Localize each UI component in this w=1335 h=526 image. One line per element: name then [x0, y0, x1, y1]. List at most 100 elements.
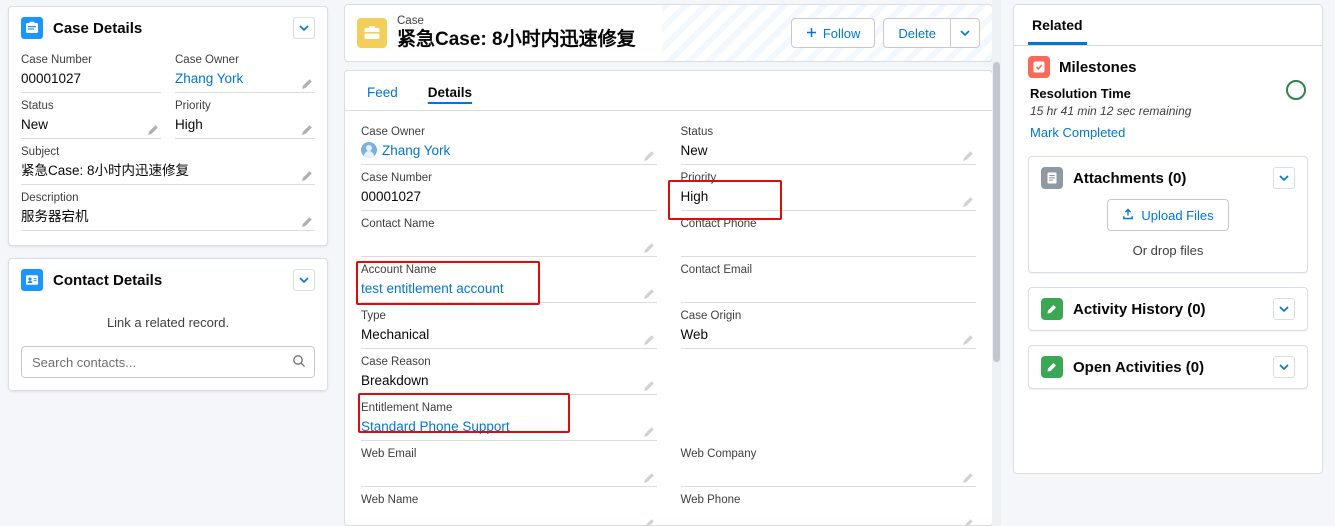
- detail-fields-right: Status New Priority High Contact Phone C…: [680, 121, 977, 525]
- field-label: Web Name: [361, 494, 419, 506]
- case-details-collapse-button[interactable]: [293, 17, 315, 39]
- edit-pencil-icon[interactable]: [643, 380, 655, 392]
- field-value: Mechanical: [361, 324, 657, 349]
- field-case-owner: Case Owner Zhang York: [175, 49, 315, 95]
- account-name-link[interactable]: test entitlement account: [361, 281, 504, 296]
- follow-button[interactable]: Follow: [790, 18, 876, 48]
- open-activities-collapse-button[interactable]: [1273, 356, 1295, 378]
- detail-field-case-origin: Case Origin Web: [680, 305, 976, 351]
- tab-feed[interactable]: Feed: [355, 71, 410, 110]
- case-details-header: Case Details: [9, 7, 327, 47]
- field-label: Priority: [175, 100, 211, 112]
- upload-files-button[interactable]: Upload Files: [1107, 199, 1229, 231]
- edit-pencil-icon[interactable]: [643, 242, 655, 254]
- case-details-icon: [21, 17, 43, 39]
- case-details-fields: Case Number 00001027 Case Owner Zhang Yo…: [21, 49, 315, 141]
- edit-pencil-icon[interactable]: [643, 518, 655, 525]
- edit-pencil-icon[interactable]: [962, 196, 974, 208]
- detail-field-case-reason: Case Reason Breakdown: [361, 351, 657, 397]
- edit-pencil-icon[interactable]: [643, 472, 655, 484]
- page-root: Case Details Case Number 00001027 Case O…: [0, 0, 1335, 526]
- activity-history-header: Activity History (0): [1029, 288, 1307, 330]
- field-value: [361, 462, 657, 487]
- mark-completed-link[interactable]: Mark Completed: [1030, 125, 1308, 140]
- edit-pencil-icon[interactable]: [962, 472, 974, 484]
- edit-pencil-icon[interactable]: [301, 216, 313, 228]
- field-status: Status New: [21, 95, 161, 141]
- delete-button-group: Delete: [883, 18, 980, 48]
- field-value: 00001027: [361, 186, 657, 211]
- detail-field-status: Status New: [680, 121, 976, 167]
- field-value: New: [680, 140, 976, 165]
- detail-field-web-phone: Web Phone: [680, 489, 977, 525]
- edit-pencil-icon[interactable]: [643, 334, 655, 346]
- activity-history-icon: [1041, 298, 1063, 320]
- attachments-collapse-button[interactable]: [1273, 167, 1295, 189]
- right-column: Related Milestones Resolution Time 15 hr…: [1001, 0, 1335, 526]
- case-owner-link[interactable]: Zhang York: [382, 143, 450, 158]
- edit-pencil-icon[interactable]: [643, 288, 655, 300]
- field-label: Status: [21, 100, 54, 112]
- record-title-block: Case 紧急Case: 8小时内迅速修复: [397, 14, 791, 52]
- edit-pencil-icon[interactable]: [301, 124, 313, 136]
- detail-field-case-number: Case Number 00001027: [361, 167, 657, 213]
- detail-field-web-name: Web Name: [361, 489, 657, 525]
- contact-details-title: Contact Details: [53, 271, 163, 289]
- field-label: Account Name: [361, 264, 437, 276]
- more-actions-button[interactable]: [951, 18, 980, 48]
- edit-pencil-icon[interactable]: [301, 78, 313, 90]
- avatar: [361, 142, 377, 158]
- activity-history-collapse-button[interactable]: [1273, 298, 1295, 320]
- contact-details-body: Link a related record.: [9, 299, 327, 390]
- field-label: Entitlement Name: [361, 402, 453, 414]
- center-column: Case 紧急Case: 8小时内迅速修复 Follow Delete Feed…: [336, 0, 1001, 526]
- related-tabbar: Related: [1014, 5, 1322, 46]
- field-value: 紧急Case: 8小时内迅速修复: [21, 160, 315, 185]
- detail-field-type: Type Mechanical: [361, 305, 657, 351]
- field-value: 00001027: [21, 68, 161, 93]
- edit-pencil-icon[interactable]: [643, 426, 655, 438]
- field-value: Standard Phone Support: [361, 416, 657, 441]
- center-scrollbar[interactable]: [992, 0, 1001, 526]
- detail-field-case-owner: Case Owner Zhang York: [361, 121, 657, 167]
- search-contacts-input[interactable]: [30, 353, 292, 371]
- field-value: [681, 508, 977, 525]
- field-label: Case Owner: [361, 126, 425, 138]
- contact-details-icon: [21, 269, 43, 291]
- edit-pencil-icon[interactable]: [962, 334, 974, 346]
- field-value: Zhang York: [361, 140, 657, 165]
- attachments-upload-area[interactable]: Upload Files Or drop files: [1029, 199, 1307, 272]
- milestone-status-indicator: [1286, 80, 1306, 100]
- attachments-header: Attachments (0): [1029, 157, 1307, 199]
- edit-pencil-icon[interactable]: [962, 150, 974, 162]
- field-label: Web Phone: [680, 494, 741, 506]
- field-value: test entitlement account: [361, 278, 657, 303]
- edit-pencil-icon[interactable]: [643, 150, 655, 162]
- scrollbar-thumb[interactable]: [993, 62, 1000, 362]
- field-label: Status: [680, 126, 714, 138]
- contact-details-collapse-button[interactable]: [293, 269, 315, 291]
- edit-pencil-icon[interactable]: [147, 124, 159, 136]
- field-value: Breakdown: [361, 370, 657, 395]
- record-kicker: Case: [397, 15, 424, 27]
- contact-search-box[interactable]: [21, 346, 315, 378]
- milestones-header: Milestones: [1028, 56, 1308, 78]
- tab-details[interactable]: Details: [416, 71, 484, 110]
- edit-pencil-icon[interactable]: [962, 518, 974, 525]
- contact-details-card: Contact Details Link a related record.: [8, 258, 328, 391]
- field-description: Description 服务器宕机: [21, 187, 315, 233]
- detail-field-priority: Priority High: [680, 167, 976, 213]
- tab-related[interactable]: Related: [1028, 5, 1087, 45]
- delete-button[interactable]: Delete: [883, 18, 951, 48]
- field-label: Contact Phone: [680, 218, 757, 230]
- activity-history-title: Activity History (0): [1073, 300, 1206, 318]
- plus-icon: [806, 26, 817, 41]
- edit-pencil-icon[interactable]: [301, 170, 313, 182]
- field-value-link[interactable]: Zhang York: [175, 68, 315, 93]
- field-label: Case Owner: [175, 54, 239, 66]
- field-label: Description: [21, 192, 79, 204]
- related-panel: Related Milestones Resolution Time 15 hr…: [1013, 4, 1323, 474]
- follow-label: Follow: [822, 25, 861, 41]
- record-actions: Follow Delete: [790, 18, 980, 48]
- entitlement-name-link[interactable]: Standard Phone Support: [361, 419, 510, 434]
